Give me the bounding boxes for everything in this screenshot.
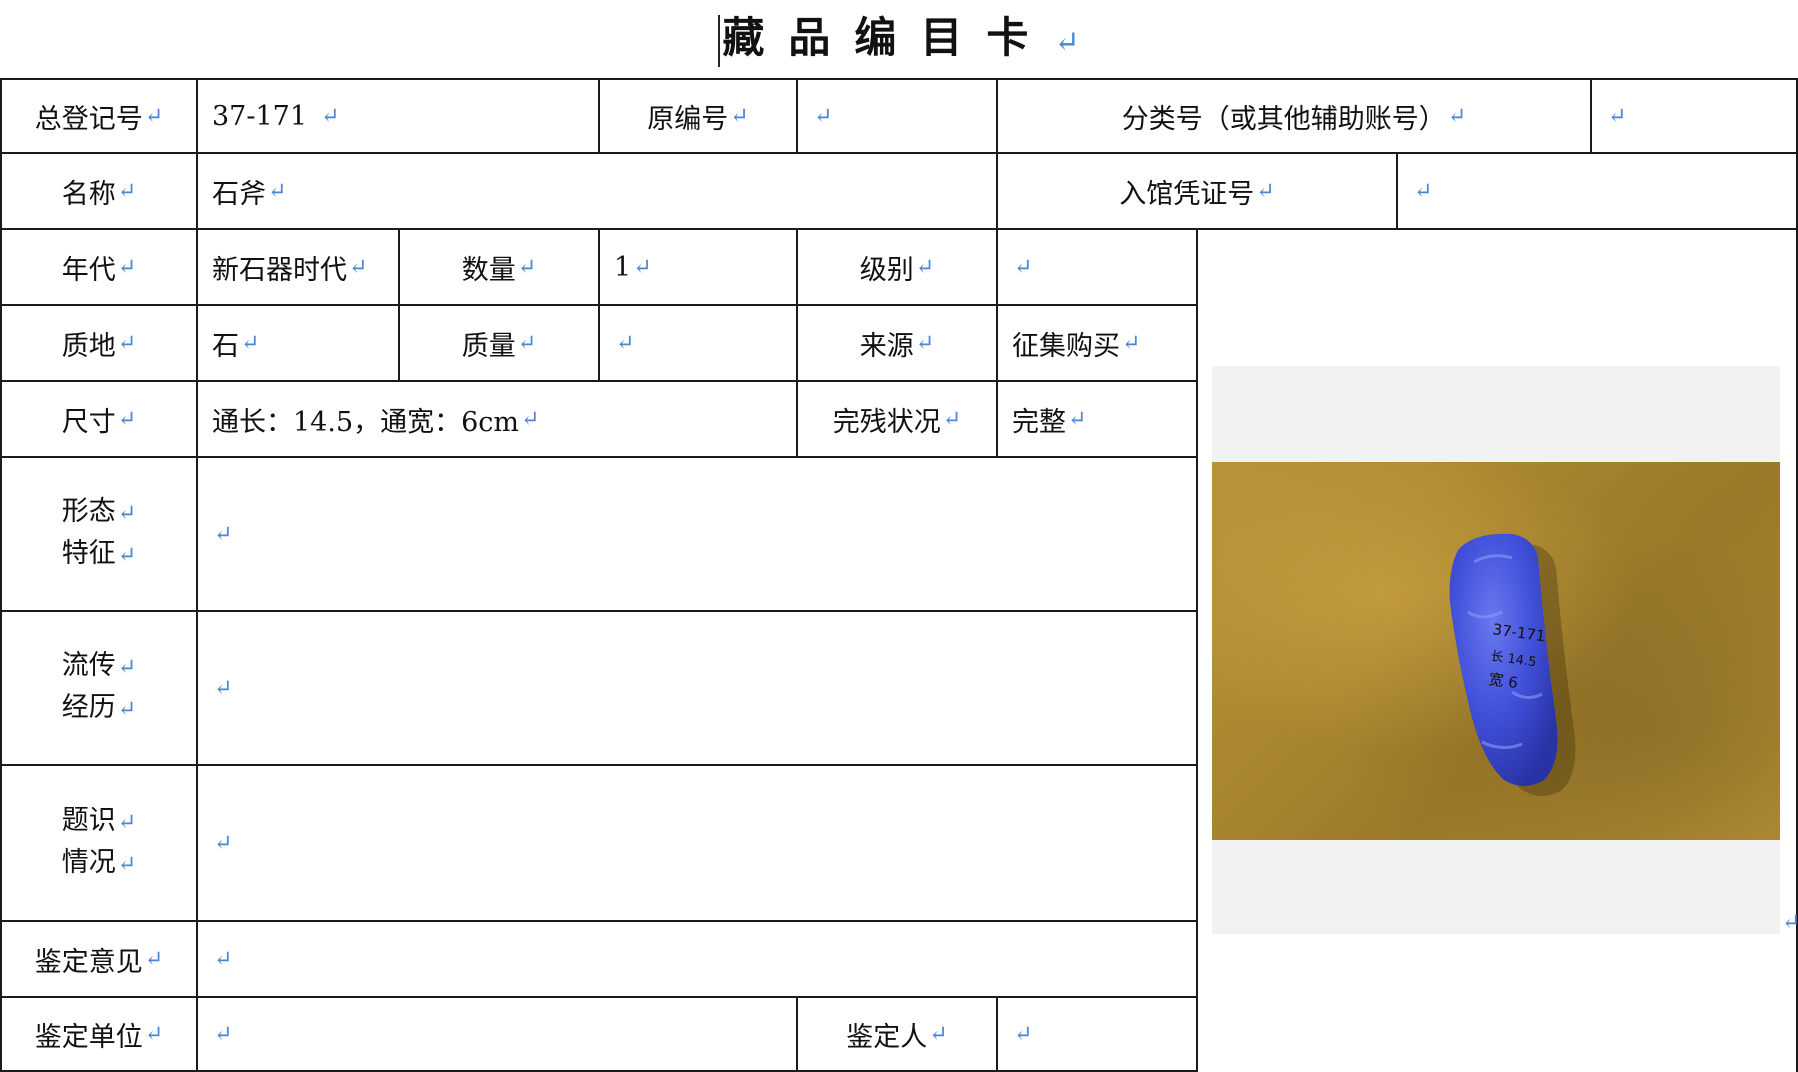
return-mark-icon: ↵ xyxy=(117,655,137,680)
return-mark-icon: ↵ xyxy=(1014,254,1033,280)
return-mark-icon: ↵ xyxy=(117,406,137,432)
class-no-label: 分类号（或其他辅助账号） ↵ xyxy=(996,78,1592,154)
stone-axe-image: 37-171 长 14.5 宽 6 xyxy=(1449,533,1576,796)
mass-value[interactable]: ↵ xyxy=(598,304,798,382)
return-mark-icon: ↵ xyxy=(117,178,137,204)
provenance-label: 流传↵ 经历↵ xyxy=(0,610,198,766)
return-mark-icon: ↵ xyxy=(117,852,137,877)
return-mark-icon: ↵ xyxy=(1014,1021,1033,1047)
return-mark-icon: ↵ xyxy=(517,254,537,280)
return-mark-icon: ↵ xyxy=(1447,103,1467,129)
return-mark-icon: ↵ xyxy=(214,830,233,856)
return-mark-icon: ↵ xyxy=(929,1021,948,1047)
reg-no-value[interactable]: 37-171 ↵ xyxy=(196,78,600,154)
condition-value[interactable]: 完整 ↵ xyxy=(996,380,1198,458)
name-label: 名称 ↵ xyxy=(0,152,198,230)
return-mark-icon: ↵ xyxy=(144,946,164,972)
return-mark-icon: ↵ xyxy=(117,330,137,356)
return-mark-icon: ↵ xyxy=(117,810,137,835)
return-mark-icon: ↵ xyxy=(268,178,287,204)
appraisal-unit-label: 鉴定单位 ↵ xyxy=(0,996,198,1072)
grade-value[interactable]: ↵ xyxy=(996,228,1198,306)
appraisal-opinion-value[interactable]: ↵ xyxy=(196,920,1198,998)
return-mark-icon: ↵ xyxy=(117,501,137,526)
appraisal-unit-value[interactable]: ↵ xyxy=(196,996,798,1072)
return-mark-icon: ↵ xyxy=(321,103,340,129)
return-mark-icon: ↵ xyxy=(214,675,233,701)
source-label: 来源 ↵ xyxy=(796,304,998,382)
return-mark-icon: ↵ xyxy=(117,254,137,280)
return-mark-icon: ↵ xyxy=(214,521,233,547)
voucher-value[interactable]: ↵ xyxy=(1396,152,1798,230)
appraiser-label: 鉴定人 ↵ xyxy=(796,996,998,1072)
return-mark-icon: ↵ xyxy=(349,254,368,280)
name-value[interactable]: 石斧 ↵ xyxy=(196,152,998,230)
return-mark-icon: ↵ xyxy=(616,330,635,356)
return-mark-icon: ↵ xyxy=(517,330,537,356)
provenance-value[interactable]: ↵ xyxy=(196,610,1198,766)
return-mark-icon: ↵ xyxy=(214,946,233,972)
class-no-value[interactable]: ↵ xyxy=(1590,78,1798,154)
size-value[interactable]: 通长：14.5，通宽：6cm ↵ xyxy=(196,380,798,458)
qty-label: 数量 ↵ xyxy=(398,228,600,306)
return-mark-icon: ↵ xyxy=(1414,178,1433,204)
return-mark-icon: ↵ xyxy=(1054,25,1080,60)
appraiser-value[interactable]: ↵ xyxy=(996,996,1198,1072)
return-mark-icon: ↵ xyxy=(117,543,137,568)
qty-value[interactable]: 1 ↵ xyxy=(598,228,798,306)
return-mark-icon: ↵ xyxy=(1782,910,1798,935)
return-mark-icon: ↵ xyxy=(1256,178,1275,204)
return-mark-icon: ↵ xyxy=(1608,103,1627,129)
return-mark-icon: ↵ xyxy=(521,406,540,432)
return-mark-icon: ↵ xyxy=(1068,406,1087,432)
page-title: 藏品编目卡↵ xyxy=(0,6,1798,70)
material-label: 质地 ↵ xyxy=(0,304,198,382)
return-mark-icon: ↵ xyxy=(241,330,260,356)
grade-label: 级别 ↵ xyxy=(796,228,998,306)
return-mark-icon: ↵ xyxy=(144,1021,164,1047)
return-mark-icon: ↵ xyxy=(144,103,164,129)
voucher-label: 入馆凭证号 ↵ xyxy=(996,152,1398,230)
mass-label: 质量 ↵ xyxy=(398,304,600,382)
inscription-label: 题识↵ 情况↵ xyxy=(0,764,198,922)
condition-label: 完残状况 ↵ xyxy=(796,380,998,458)
return-mark-icon: ↵ xyxy=(633,254,652,280)
appraisal-opinion-label: 鉴定意见 ↵ xyxy=(0,920,198,998)
return-mark-icon: ↵ xyxy=(915,330,935,356)
era-label: 年代 ↵ xyxy=(0,228,198,306)
stone-axe-photo: 37-171 长 14.5 宽 6 xyxy=(1212,462,1780,840)
form-features-value[interactable]: ↵ xyxy=(196,456,1198,612)
text-cursor xyxy=(718,15,721,67)
return-mark-icon: ↵ xyxy=(1122,330,1141,356)
size-label: 尺寸 ↵ xyxy=(0,380,198,458)
reg-no-label: 总登记号 ↵ xyxy=(0,78,198,154)
source-value[interactable]: 征集购买 ↵ xyxy=(996,304,1198,382)
return-mark-icon: ↵ xyxy=(942,406,962,432)
orig-no-label: 原编号 ↵ xyxy=(598,78,798,154)
return-mark-icon: ↵ xyxy=(117,697,137,722)
return-mark-icon: ↵ xyxy=(214,1021,233,1047)
orig-no-value[interactable]: ↵ xyxy=(796,78,998,154)
era-value[interactable]: 新石器时代 ↵ xyxy=(196,228,400,306)
return-mark-icon: ↵ xyxy=(915,254,935,280)
return-mark-icon: ↵ xyxy=(814,103,833,129)
material-value[interactable]: 石 ↵ xyxy=(196,304,400,382)
return-mark-icon: ↵ xyxy=(730,103,749,129)
form-features-label: 形态↵ 特征↵ xyxy=(0,456,198,612)
inscription-value[interactable]: ↵ xyxy=(196,764,1198,922)
